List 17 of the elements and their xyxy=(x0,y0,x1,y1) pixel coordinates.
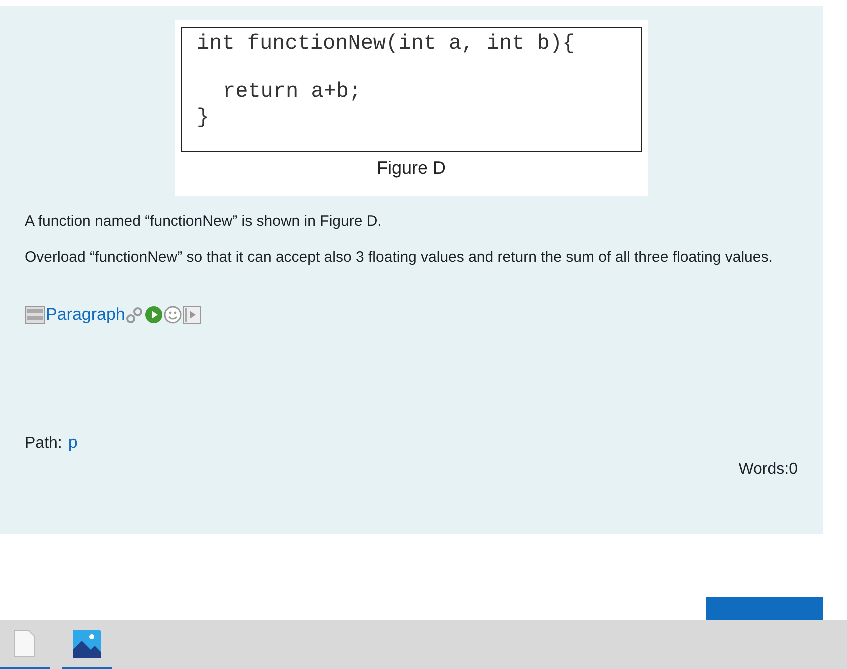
figure-caption: Figure D xyxy=(376,158,448,179)
code-line: return a+b; xyxy=(222,80,362,106)
grid-icon[interactable] xyxy=(25,306,45,324)
play-icon[interactable] xyxy=(145,306,164,324)
question-text: A function named “functionNew” is shown in Figure D. xyxy=(25,212,383,232)
smiley-icon[interactable] xyxy=(164,306,182,324)
document-icon xyxy=(14,630,36,658)
paragraph-link[interactable]: Paragraph xyxy=(46,305,126,325)
link-icon[interactable] xyxy=(126,306,144,324)
path-link[interactable]: p xyxy=(68,433,78,453)
code-line: int functionNew(int a, int b){ xyxy=(197,32,576,58)
code-line: } xyxy=(197,106,210,132)
path-label: Path: xyxy=(25,435,62,453)
word-count: Words:0 xyxy=(738,461,798,479)
photos-icon xyxy=(73,630,101,658)
film-icon[interactable] xyxy=(183,306,202,324)
question-text: Overload “functionNew” so that it can accept also 3 floating values and return the sum of all three floating values. xyxy=(25,248,774,268)
